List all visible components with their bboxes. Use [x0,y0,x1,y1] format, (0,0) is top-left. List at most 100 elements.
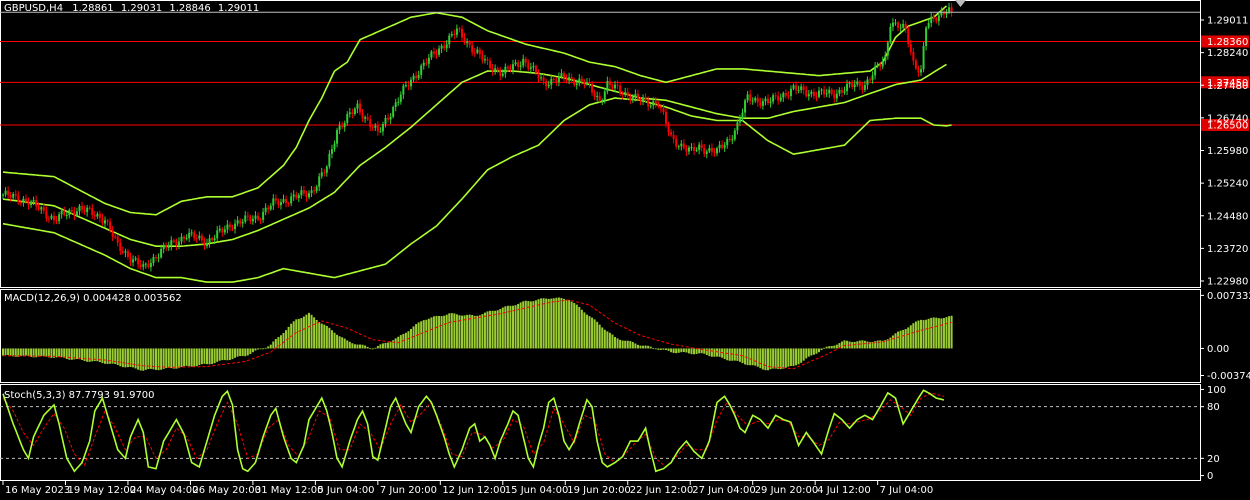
bearish-candle-body [555,79,558,83]
bearish-candle-body [570,77,573,80]
time-axis-label: 27 Jun 04:00 [692,485,756,496]
price-axis-label: 1.25980 [1207,146,1248,157]
bullish-candle-body [190,232,193,234]
bullish-candle-body [170,240,173,247]
bullish-candle-body [144,263,147,265]
stochastic-main-line [2,389,945,473]
bullish-candle-body [937,15,940,21]
macd-histogram-bar [631,342,634,349]
macd-histogram-bar [239,348,242,357]
macd-histogram-bar [101,348,104,364]
bullish-candle-body [483,59,486,61]
bullish-candle-body [308,193,310,198]
macd-histogram-bar [585,314,588,349]
bearish-candle-body [583,81,586,85]
macd-histogram-bar [642,345,645,349]
time-axis-label: 16 May 2023 [5,485,70,496]
bullish-candle-body [820,89,823,91]
bullish-candle-body [50,215,53,219]
bullish-candle-body [208,238,211,244]
stochastic-main-path [2,389,945,473]
macd-histogram-bar [277,337,280,349]
macd-histogram-bar [807,348,810,357]
macd-histogram-bar [279,335,282,349]
macd-histogram-bar [779,348,782,370]
bullish-candle-body [310,190,313,194]
macd-histogram-bar [75,348,78,360]
stochastic-axis-label: 20 [1207,454,1220,465]
chart-shift-marker-icon[interactable] [955,0,966,7]
macd-histogram-bar [647,345,650,349]
bearish-candle-body [126,251,129,258]
stochastic-axis-label: 100 [1207,385,1226,396]
price-axis-label: 1.24480 [1207,211,1248,222]
bearish-candle-body [425,62,428,64]
macd-pane[interactable]: MACD(12,26,9) 0.004428 0.003562 0.007332… [0,289,1250,383]
stochastic-signal-path [2,392,945,468]
bullish-candle-body [78,205,81,212]
bearish-candle-body [435,53,438,55]
bullish-candle-body [22,198,25,203]
bearish-candle-body [81,205,84,210]
macd-histogram-bar [675,348,678,354]
macd-histogram-bar [665,348,667,350]
bearish-candle-body [246,215,249,217]
bearish-candle-body [909,44,912,52]
bearish-candle-body [611,85,614,89]
price-pane[interactable]: 1.283601.274501.26500 GBPUSD,H4 1.28861 … [0,0,1249,288]
macd-histogram-bar [226,348,229,361]
bearish-candle-body [879,64,882,67]
trading-terminal-chart[interactable]: 1.283601.274501.26500 GBPUSD,H4 1.28861 … [0,0,1250,500]
macd-histogram-bar [578,306,581,349]
stochastic-pane[interactable]: Stoch(5,3,3) 87.7793 91.9700 100 80 20 0 [0,384,1226,483]
bearish-candle-body [257,215,259,220]
bullish-candle-body [269,205,272,210]
price-axis-label: 1.28240 [1207,48,1248,59]
bearish-candle-body [53,215,55,221]
macd-histogram-bar [787,348,790,367]
bullish-candle-body [336,130,339,144]
bearish-candle-body [200,235,203,241]
macd-histogram-bar [891,335,894,349]
bearish-candle-body [912,51,915,61]
bearish-candle-body [506,66,509,69]
bearish-candle-body [70,209,73,212]
macd-histogram-bar [407,331,410,349]
bearish-candle-body [693,147,696,151]
macd-histogram-bar [922,320,925,349]
bearish-candle-body [491,68,494,72]
macd-histogram-bar [144,348,147,370]
macd-histogram-bar [394,338,397,349]
bullish-candle-body [333,143,336,150]
macd-histogram-bar [537,299,540,349]
bullish-candle-body [325,166,328,173]
macd-histogram-bar [746,348,749,366]
macd-histogram-bar [907,327,910,349]
macd-histogram-bar [716,348,718,357]
bearish-candle-body [509,68,512,70]
macd-histogram-bar [366,346,369,349]
time-axis-label: 7 Jun 20:00 [380,485,437,496]
bullish-candle-body [894,22,897,24]
bearish-candle-body [37,206,40,210]
macd-histogram-bar [540,298,543,349]
bullish-candle-body [162,244,165,249]
price-level-lines[interactable]: 1.283601.274501.26500 [0,35,1249,131]
macd-histogram-bar [124,348,127,368]
bearish-candle-body [830,89,833,94]
bearish-candle-body [608,81,611,86]
macd-histogram-bar [917,320,920,349]
macd-histogram-bar [231,348,234,360]
macd-histogram-bar [476,315,479,349]
bullish-candle-body [75,211,78,216]
bearish-candle-body [767,98,769,104]
macd-histogram-bar [769,348,772,370]
macd-histogram-bar [453,313,456,349]
bullish-candle-body [698,144,701,150]
bullish-candle-body [2,194,4,196]
macd-histogram-bar [601,327,604,349]
macd-histogram-bar [866,341,869,349]
macd-histogram-bar [894,333,897,349]
bearish-candle-body [823,89,826,95]
macd-histogram-bar [300,318,303,349]
